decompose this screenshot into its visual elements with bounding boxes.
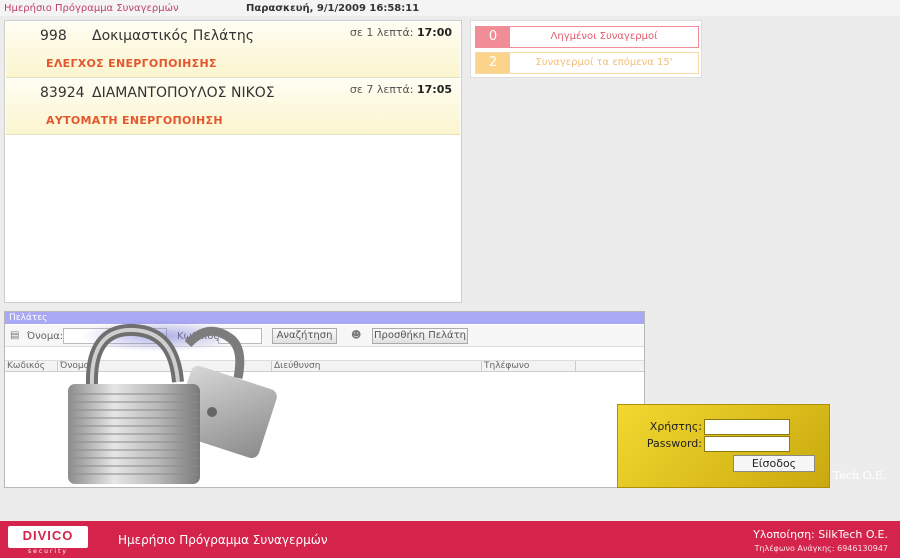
alarm-item[interactable]: 83924 ΔΙΑΜΑΝΤΟΠΟΥΛΟΣ ΝΙΚΟΣ σε 7 λεπτά: 1… — [6, 79, 460, 135]
logo-subtitle: security — [28, 548, 68, 555]
footer-implementation: Υλοποίηση: SilkTech O.E. — [753, 528, 888, 541]
alarm-type: ΑΥΤΟΜΑΤΗ ΕΝΕΡΓΟΠΟΙΗΣΗ — [46, 114, 223, 127]
alarm-time: 17:00 — [416, 26, 452, 39]
add-client-button[interactable]: Προσθήκη Πελάτη — [372, 328, 468, 344]
upcoming-alarms-row[interactable]: 2 Συναγερμοί τα επόμενα 15' — [475, 52, 699, 74]
missed-alarms-label: Ληγμένοι Συναγερμοί — [550, 31, 658, 42]
address-book-icon: ▤ — [10, 330, 20, 341]
upcoming-alarms-count: 2 — [476, 53, 510, 73]
alarm-when: σε 1 λεπτά: 17:00 — [350, 26, 452, 39]
alarm-when: σε 7 λεπτά: 17:05 — [350, 83, 452, 96]
login-button[interactable]: Είσοδος — [733, 455, 815, 472]
alarm-when-prefix: σε 7 λεπτά: — [349, 83, 414, 96]
current-datetime: Παρασκευή, 9/1/2009 16:58:11 — [246, 3, 420, 14]
alarm-item[interactable]: 998 Δοκιμαστικός Πελάτης σε 1 λεπτά: 17:… — [6, 22, 460, 78]
column-header-phone[interactable]: Τηλέφωνο — [481, 361, 575, 372]
clients-panel: Πελάτες ▤ Όνομα: Κωδικός: Αναζήτηση ☻ Πρ… — [4, 311, 645, 488]
watermark-text: Tech O.E. — [833, 469, 887, 482]
code-input[interactable] — [218, 328, 262, 344]
search-button[interactable]: Αναζήτηση — [272, 328, 337, 344]
logo-text: DIVICO — [22, 528, 74, 543]
alarm-when-prefix: σε 1 λεπτά: — [349, 26, 414, 39]
alarm-code: 998 — [40, 28, 67, 44]
clients-table-header: Κωδικός Όνομα Διεύθυνση Τηλέφωνο — [5, 360, 644, 372]
column-header-address[interactable]: Διεύθυνση — [271, 361, 481, 372]
missed-alarms-row[interactable]: 0 Ληγμένοι Συναγερμοί — [475, 26, 699, 48]
footer-emergency-phone: Τηλέφωνο Ανάγκης: 6946130947 — [754, 544, 888, 553]
divico-logo: DIVICO — [8, 526, 88, 548]
alarm-time: 17:05 — [416, 83, 452, 96]
clients-toolbar: ▤ Όνομα: Κωδικός: Αναζήτηση ☻ Προσθήκη Π… — [5, 325, 644, 347]
alarms-list: 998 Δοκιμαστικός Πελάτης σε 1 λεπτά: 17:… — [4, 20, 462, 303]
alarm-client-name: ΔΙΑΜΑΝΤΟΠΟΥΛΟΣ ΝΙΚΟΣ — [92, 85, 275, 101]
username-label: Χρήστης: — [649, 420, 702, 433]
code-label: Κωδικός: — [177, 331, 223, 342]
footer: DIVICO security Ημερήσιο Πρόγραμμα Συναγ… — [0, 521, 900, 558]
column-header-name[interactable]: Όνομα — [57, 361, 271, 372]
alarm-type: ΕΛΕΓΧΟΣ ΕΝΕΡΓΟΠΟΙΗΣΗΣ — [46, 57, 217, 70]
add-user-icon: ☻ — [351, 330, 362, 341]
alarm-client-name: Δοκιμαστικός Πελάτης — [92, 28, 254, 44]
name-label: Όνομα: — [27, 331, 64, 342]
name-input[interactable] — [63, 328, 167, 344]
top-bar: Ημερήσιο Πρόγραμμα Συναγερμών Παρασκευή,… — [0, 0, 900, 16]
password-input[interactable] — [704, 436, 790, 452]
missed-alarms-count: 0 — [476, 27, 510, 47]
alarm-code: 83924 — [40, 85, 85, 101]
password-label: Password: — [646, 437, 702, 450]
column-header-code[interactable]: Κωδικός — [5, 361, 57, 372]
column-header-extra — [575, 361, 644, 372]
clients-header: Πελάτες — [5, 312, 644, 324]
login-form: Χρήστης: Password: Είσοδος — [617, 404, 830, 488]
username-input[interactable] — [704, 419, 790, 435]
app-title: Ημερήσιο Πρόγραμμα Συναγερμών — [4, 3, 179, 14]
footer-title: Ημερήσιο Πρόγραμμα Συναγερμών — [118, 533, 328, 547]
upcoming-alarms-label: Συναγερμοί τα επόμενα 15' — [535, 57, 673, 68]
alarm-status-panel: 0 Ληγμένοι Συναγερμοί 2 Συναγερμοί τα επ… — [470, 20, 702, 78]
